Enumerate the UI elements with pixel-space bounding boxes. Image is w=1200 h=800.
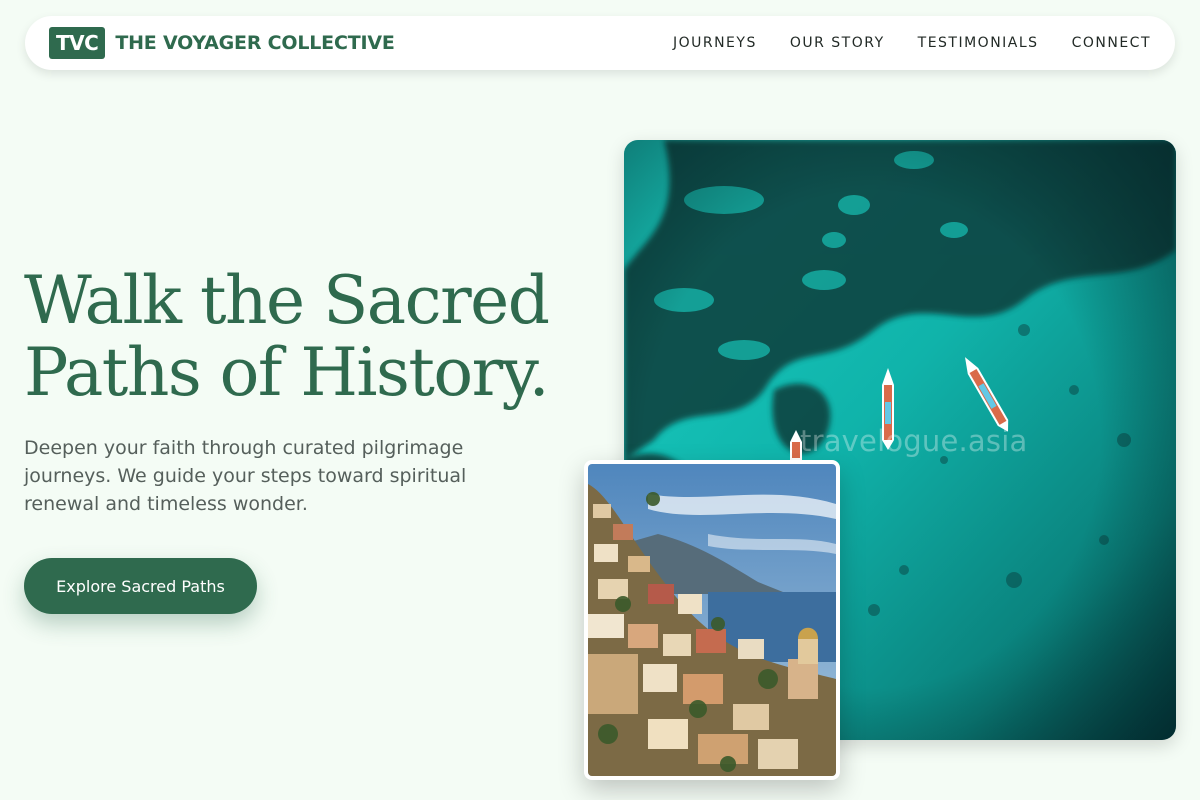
brand[interactable]: TVC THE VOYAGER COLLECTIVE: [49, 27, 395, 59]
town-illustration: [588, 464, 836, 776]
hero-title: Walk the Sacred Paths of History.: [24, 265, 584, 409]
nav-link-testimonials[interactable]: TESTIMONIALS: [918, 35, 1039, 51]
brand-name: THE VOYAGER COLLECTIVE: [115, 32, 395, 54]
hero-title-line-2: Paths of History.: [24, 334, 550, 411]
coastal-town-image: [588, 464, 836, 776]
hero-title-line-1: Walk the Sacred: [24, 262, 550, 339]
hero-subtitle: Deepen your faith through curated pilgri…: [24, 437, 467, 515]
top-navbar: TVC THE VOYAGER COLLECTIVE JOURNEYS OUR …: [25, 16, 1175, 70]
nav-link-our-story[interactable]: OUR STORY: [790, 35, 885, 51]
coastal-town-image-card: [584, 460, 840, 780]
logo-badge: TVC: [49, 27, 106, 59]
image-watermark: travelogue.asia: [800, 424, 1028, 458]
nav-links: JOURNEYS OUR STORY TESTIMONIALS CONNECT: [673, 35, 1151, 51]
explore-sacred-paths-button[interactable]: Explore Sacred Paths: [24, 558, 257, 614]
nav-link-connect[interactable]: CONNECT: [1072, 35, 1151, 51]
nav-link-journeys[interactable]: JOURNEYS: [673, 35, 757, 51]
